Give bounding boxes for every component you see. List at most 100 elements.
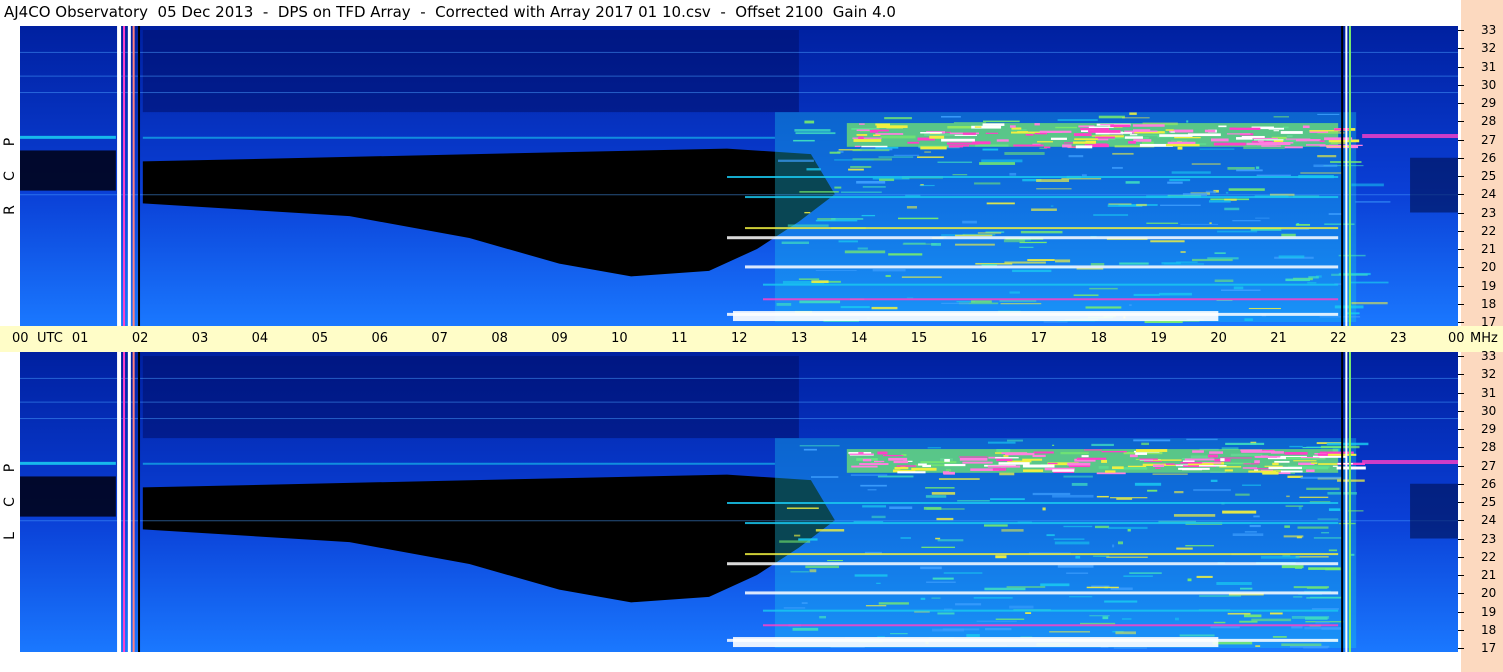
activity-speck [799, 300, 841, 304]
activity-speck [1176, 547, 1193, 550]
polarization-letter: C [2, 171, 18, 181]
band-27mhz-speck [1236, 127, 1261, 130]
activity-speck [931, 597, 941, 599]
activity-speck [1089, 615, 1110, 617]
frequency-tick-mark [1458, 429, 1464, 430]
activity-speck [884, 117, 912, 120]
utc-tick-label: 19 [1150, 331, 1167, 346]
activity-speck [971, 300, 992, 303]
activity-speck [1298, 506, 1302, 510]
activity-speck [987, 441, 1016, 444]
band-27mhz-speck [1268, 466, 1302, 470]
activity-speck [932, 577, 954, 580]
band-27mhz-speck [1133, 139, 1152, 142]
band-27mhz-speck [1040, 131, 1063, 133]
band-27mhz-speck [920, 146, 947, 150]
activity-speck [850, 165, 872, 168]
activity-speck [831, 218, 864, 220]
frequency-tick-mark [1458, 648, 1464, 649]
activity-speck [876, 582, 881, 584]
activity-speck [810, 476, 839, 478]
utc-tick-label: 09 [551, 331, 568, 346]
activity-speck [999, 472, 1015, 476]
low-frequency-white-band [733, 637, 1219, 648]
calibration-vertical-line [1345, 26, 1348, 326]
activity-speck [983, 524, 1008, 527]
activity-speck [986, 202, 1015, 205]
activity-speck [1317, 518, 1339, 520]
frequency-tick-label: 21 [1481, 242, 1497, 256]
activity-speck [1235, 493, 1250, 496]
frequency-tick-label: 18 [1481, 296, 1497, 311]
activity-speck [856, 180, 886, 184]
activity-speck [900, 537, 911, 539]
band-27mhz-speck [851, 465, 878, 468]
activity-speck [1191, 163, 1221, 165]
activity-speck [962, 220, 977, 224]
activity-speck [1216, 582, 1252, 585]
activity-speck [861, 214, 876, 217]
band-27mhz-speck [1262, 471, 1279, 475]
activity-speck [1295, 223, 1311, 226]
band-27mhz-speck [1210, 138, 1229, 142]
band-27mhz-speck [948, 145, 964, 148]
activity-speck [1009, 172, 1017, 176]
activity-speck [1278, 255, 1305, 259]
band-27mhz-speck [1182, 468, 1203, 471]
frequency-tick-label: 29 [1481, 422, 1497, 436]
band-27mhz-speck [1034, 123, 1040, 126]
activity-speck [935, 537, 941, 540]
activity-speck [1180, 223, 1219, 225]
activity-speck [1305, 617, 1328, 620]
activity-speck [937, 539, 964, 542]
frequency-tick-label: 19 [1481, 278, 1497, 293]
interference-line [762, 298, 1339, 301]
activity-speck [844, 250, 886, 254]
band-27mhz-speck [996, 139, 1009, 142]
activity-speck [1125, 181, 1140, 184]
page-title: AJ4CO Observatory 05 Dec 2013 - DPS on T… [4, 3, 896, 21]
activity-speck [1187, 578, 1192, 582]
activity-speck [1255, 645, 1261, 647]
background-line [20, 194, 1458, 196]
activity-speck [1147, 489, 1158, 492]
activity-speck [1110, 497, 1148, 499]
activity-speck [840, 306, 870, 309]
band-27mhz-speck [1084, 449, 1102, 451]
frequency-tick-label: 25 [1481, 169, 1497, 183]
calibration-vertical-line [123, 26, 126, 326]
activity-speck [1094, 525, 1110, 529]
activity-speck [1093, 214, 1129, 216]
activity-speck [1186, 120, 1189, 123]
activity-speck [977, 232, 1002, 234]
band-27mhz-speck [1143, 460, 1162, 462]
utc-tick-label: 02 [131, 331, 149, 346]
activity-speck [1020, 230, 1063, 234]
activity-speck [1222, 510, 1257, 514]
activity-speck [938, 478, 980, 480]
activity-speck [1232, 533, 1264, 537]
band-27mhz-speck [1159, 134, 1193, 137]
frequency-tick-label: 18 [1481, 622, 1497, 637]
activity-speck [1009, 605, 1034, 609]
band-27mhz-speck [853, 139, 882, 142]
band-27mhz-speck [1306, 469, 1315, 473]
activity-speck [926, 581, 956, 583]
band-27mhz-speck [1017, 131, 1029, 133]
band-27mhz-speck [1293, 460, 1317, 462]
band-27mhz-speck [962, 461, 993, 464]
activity-speck [1106, 556, 1148, 558]
frequency-tick-mark [1458, 575, 1464, 576]
band-27mhz-early [20, 135, 116, 139]
activity-speck [1295, 556, 1329, 558]
frequency-tick-mark [1458, 249, 1464, 250]
band-27mhz-speck [1284, 146, 1303, 149]
activity-speck [1313, 164, 1338, 168]
interference-line [744, 265, 1339, 269]
band-27mhz-speck [1022, 458, 1043, 461]
activity-speck [954, 234, 993, 237]
band-27mhz-speck [1254, 455, 1281, 458]
left-dark-band [20, 476, 116, 517]
activity-speck [1122, 117, 1150, 119]
band-27mhz-speck [1208, 454, 1218, 458]
